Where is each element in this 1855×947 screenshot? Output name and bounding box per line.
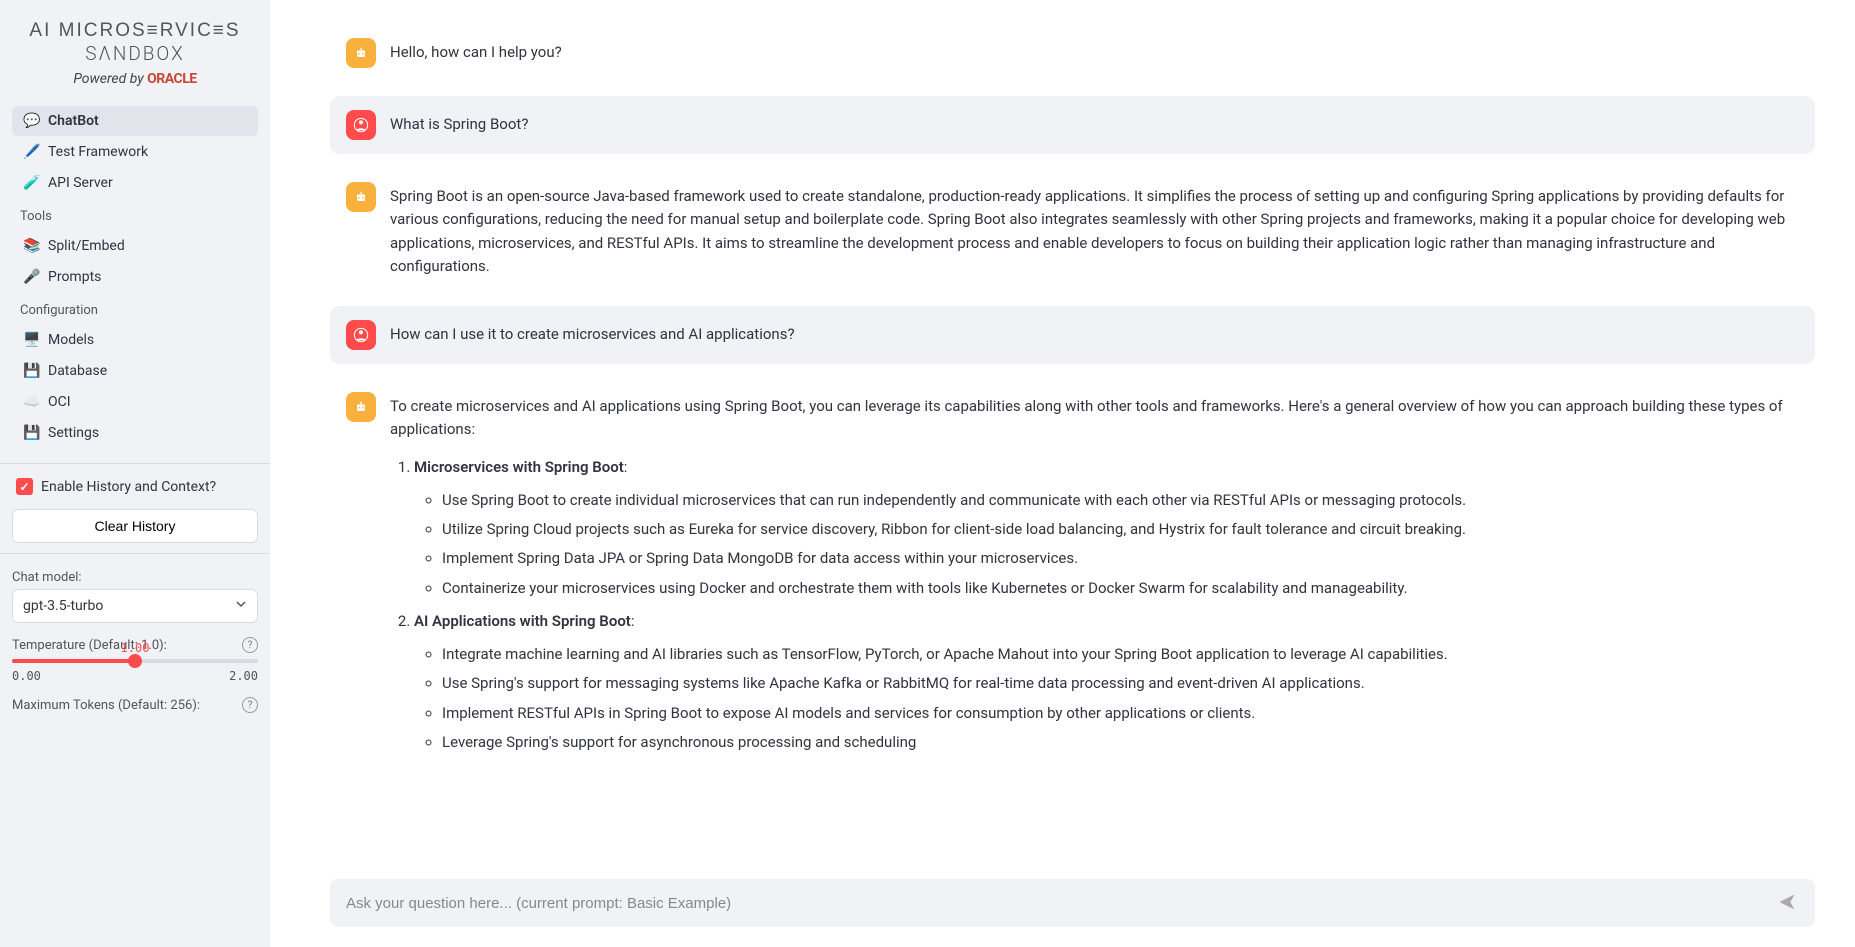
sidebar-item-label: Settings — [48, 425, 99, 441]
chat-input-bar — [330, 879, 1815, 927]
sidebar-item-label: Models — [48, 332, 94, 348]
chat-model-value: gpt-3.5-turbo — [23, 598, 103, 614]
temperature-value: 1.00 — [121, 641, 150, 655]
user-message: How can I use it to create microservices… — [330, 306, 1815, 364]
mic-icon: 🎤 — [24, 269, 40, 285]
cloud-icon: ☁️ — [24, 394, 40, 410]
powered-by: Powered by ORACLE — [12, 71, 258, 87]
help-icon[interactable]: ? — [242, 637, 258, 653]
max-tokens-label: Maximum Tokens (Default: 256): — [12, 698, 200, 713]
sidebar-item-label: Database — [48, 363, 107, 379]
message-intro: To create microservices and AI applicati… — [390, 397, 1783, 438]
sidebar-item-label: OCI — [48, 394, 71, 410]
list-heading: AI Applications with Spring Boot — [414, 612, 631, 630]
slider-fill — [12, 659, 135, 663]
send-button[interactable] — [1771, 886, 1803, 921]
assistant-message: Spring Boot is an open-source Java-based… — [330, 168, 1815, 292]
logo-line1: AI MICROS≡RVIC≡S — [12, 20, 258, 42]
chat-model-select[interactable]: gpt-3.5-turbo — [12, 589, 258, 623]
assistant-avatar-icon — [346, 392, 376, 422]
message-body: To create microservices and AI applicati… — [390, 392, 1799, 764]
nav-main: 💬 ChatBot 🖊️ Test Framework 🧪 API Server — [12, 105, 258, 199]
list-item: AI Applications with Spring Boot: Integr… — [414, 610, 1799, 754]
list-item: Utilize Spring Cloud projects such as Eu… — [442, 518, 1799, 541]
temperature-slider[interactable]: 1.00 — [12, 659, 258, 663]
temperature-min: 0.00 — [12, 669, 41, 683]
enable-history-row[interactable]: ✓ Enable History and Context? — [12, 474, 258, 499]
books-icon: 📚 — [24, 238, 40, 254]
list-item: Integrate machine learning and AI librar… — [442, 643, 1799, 666]
logo-block: AI MICROS≡RVIC≡S SΛNDBOX Powered by ORAC… — [12, 12, 258, 87]
list-item: Use Spring's support for messaging syste… — [442, 672, 1799, 695]
sidebar-item-split-embed[interactable]: 📚 Split/Embed — [12, 231, 258, 261]
disk-icon: 💾 — [24, 363, 40, 379]
sidebar-item-label: API Server — [48, 175, 113, 191]
monitor-icon: 🖥️ — [24, 332, 40, 348]
send-icon — [1777, 892, 1797, 912]
message-text: How can I use it to create microservices… — [390, 320, 1799, 350]
sidebar-item-settings[interactable]: 💾 Settings — [12, 418, 258, 448]
sidebar-item-oci[interactable]: ☁️ OCI — [12, 387, 258, 417]
sidebar-item-prompts[interactable]: 🎤 Prompts — [12, 262, 258, 292]
sidebar-item-database[interactable]: 💾 Database — [12, 356, 258, 386]
assistant-message: Hello, how can I help you? — [330, 24, 1815, 82]
chat-icon: 💬 — [24, 113, 40, 129]
slider-track — [12, 659, 258, 663]
divider — [0, 463, 270, 464]
flask-icon: 🧪 — [24, 175, 40, 191]
slider-thumb[interactable] — [128, 654, 142, 668]
sidebar-item-label: Split/Embed — [48, 238, 125, 254]
user-avatar-icon — [346, 110, 376, 140]
nav-heading-tools: Tools — [12, 203, 258, 230]
list-item: Containerize your microservices using Do… — [442, 577, 1799, 600]
divider — [0, 553, 270, 554]
user-avatar-icon — [346, 320, 376, 350]
nav-config: 🖥️ Models 💾 Database ☁️ OCI 💾 Settings — [12, 324, 258, 449]
sidebar: AI MICROS≡RVIC≡S SΛNDBOX Powered by ORAC… — [0, 0, 270, 947]
chat-history[interactable]: Hello, how can I help you? What is Sprin… — [330, 0, 1815, 879]
chat-model-label-row: Chat model: — [12, 570, 258, 585]
list-item: Use Spring Boot to create individual mic… — [442, 489, 1799, 512]
help-icon[interactable]: ? — [242, 697, 258, 713]
nav-heading-config: Configuration — [12, 297, 258, 324]
user-message: What is Spring Boot? — [330, 96, 1815, 154]
main-panel: Hello, how can I help you? What is Sprin… — [270, 0, 1855, 947]
sidebar-item-models[interactable]: 🖥️ Models — [12, 325, 258, 355]
checkbox-checked-icon[interactable]: ✓ — [16, 478, 33, 495]
pen-icon: 🖊️ — [24, 144, 40, 160]
clear-history-button[interactable]: Clear History — [12, 509, 258, 543]
save-icon: 💾 — [24, 425, 40, 441]
sidebar-item-label: Prompts — [48, 269, 101, 285]
chat-input[interactable] — [346, 895, 1771, 912]
list-item: Implement RESTful APIs in Spring Boot to… — [442, 702, 1799, 725]
assistant-avatar-icon — [346, 38, 376, 68]
sidebar-item-label: ChatBot — [48, 113, 99, 129]
message-bullet-list: Integrate machine learning and AI librar… — [414, 643, 1799, 754]
message-bullet-list: Use Spring Boot to create individual mic… — [414, 489, 1799, 600]
list-item: Microservices with Spring Boot: Use Spri… — [414, 456, 1799, 600]
logo-line2: SΛNDBOX — [12, 42, 258, 65]
sidebar-item-chatbot[interactable]: 💬 ChatBot — [12, 106, 258, 136]
message-text: Hello, how can I help you? — [390, 38, 1799, 68]
chevron-down-icon — [235, 598, 247, 614]
message-text: What is Spring Boot? — [390, 110, 1799, 140]
message-text: Spring Boot is an open-source Java-based… — [390, 182, 1799, 278]
list-item: Implement Spring Data JPA or Spring Data… — [442, 547, 1799, 570]
enable-history-label: Enable History and Context? — [41, 479, 216, 495]
list-heading: Microservices with Spring Boot — [414, 458, 624, 476]
nav-tools: 📚 Split/Embed 🎤 Prompts — [12, 230, 258, 293]
sidebar-item-test-framework[interactable]: 🖊️ Test Framework — [12, 137, 258, 167]
max-tokens-label-row: Maximum Tokens (Default: 256): ? — [12, 697, 258, 713]
temperature-max: 2.00 — [229, 669, 258, 683]
list-item: Leverage Spring's support for asynchrono… — [442, 731, 1799, 754]
message-ordered-list: Microservices with Spring Boot: Use Spri… — [390, 456, 1799, 755]
oracle-logo: ORACLE — [147, 71, 197, 87]
chat-model-label: Chat model: — [12, 570, 82, 585]
sidebar-item-api-server[interactable]: 🧪 API Server — [12, 168, 258, 198]
assistant-avatar-icon — [346, 182, 376, 212]
temperature-range: 0.00 2.00 — [12, 669, 258, 683]
sidebar-item-label: Test Framework — [48, 144, 148, 160]
assistant-message: To create microservices and AI applicati… — [330, 378, 1815, 778]
